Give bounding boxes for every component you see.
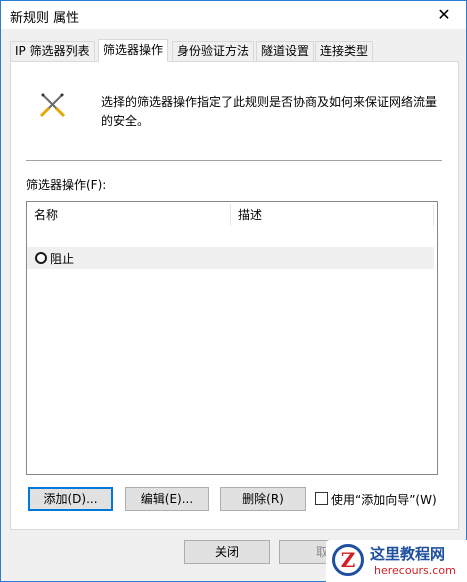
column-header-name[interactable]: 名称 — [27, 202, 231, 228]
tab-tunnel-settings[interactable]: 隧道设置 — [256, 41, 315, 61]
filter-actions-label: 筛选器操作(F): — [26, 178, 107, 192]
close-button[interactable]: 关闭 — [184, 540, 270, 564]
delete-button[interactable]: 删除(R) — [220, 487, 306, 511]
window-title: 新规则 属性 — [10, 11, 80, 26]
tab-ip-filter-list[interactable]: IP 筛选器列表 — [10, 41, 95, 61]
watermark-url: herecours.com — [374, 564, 456, 577]
panel-description: 选择的筛选器操作指定了此规则是否协商及如何来保证网络流量的安全。 — [101, 95, 438, 128]
divider — [26, 160, 442, 161]
checkbox-box[interactable] — [315, 492, 328, 505]
watermark-title: 这里教程网 — [370, 545, 446, 563]
filter-action-panel: 选择的筛选器操作指定了此规则是否协商及如何来保证网络流量的安全。 筛选器操作(F… — [10, 61, 459, 530]
add-button[interactable]: 添加(D)... — [28, 487, 113, 511]
list-item[interactable]: 阻止 — [27, 247, 434, 269]
radio-icon[interactable] — [35, 252, 47, 264]
filter-action-tool-icon — [39, 91, 67, 119]
close-window-button[interactable]: ✕ — [422, 1, 466, 29]
column-separator[interactable] — [433, 204, 434, 226]
watermark-logo: Z — [332, 544, 364, 576]
tab-authentication-methods[interactable]: 身份验证方法 — [172, 41, 255, 61]
list-item-name: 阻止 — [50, 252, 75, 266]
filter-actions-list[interactable]: 名称 描述 阻止 — [26, 201, 438, 475]
checkbox-label[interactable]: 使用“添加向导”(W) — [331, 491, 437, 508]
site-watermark: Z 这里教程网 herecours.com — [326, 540, 467, 582]
tab-connection-type[interactable]: 连接类型 — [315, 41, 374, 61]
column-header-description[interactable]: 描述 — [231, 202, 431, 228]
edit-button[interactable]: 编辑(E)... — [125, 487, 209, 511]
properties-dialog: 新规则 属性 ✕ IP 筛选器列表 筛选器操作 身份验证方法 隧道设置 连接类型… — [0, 0, 467, 582]
tab-filter-action[interactable]: 筛选器操作 — [98, 39, 169, 62]
title-bar[interactable]: 新规则 属性 ✕ — [1, 1, 466, 29]
